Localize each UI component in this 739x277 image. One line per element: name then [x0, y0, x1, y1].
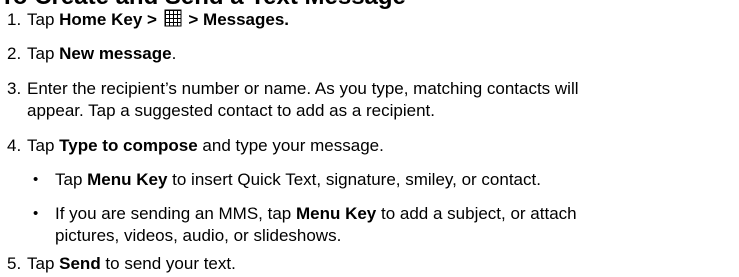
step-number: 1.: [7, 10, 22, 29]
step-text: Enter the recipient’s number or name. As…: [27, 79, 579, 98]
bullet-marker: •: [33, 205, 39, 222]
bullet-marker: •: [33, 171, 39, 188]
step-text: Tap New message.: [27, 44, 177, 63]
step-number: 5.: [7, 254, 22, 273]
step-text: Tap Type to compose and type your messag…: [27, 136, 384, 155]
bullet-item: Tap Menu Key to insert Quick Text, signa…: [55, 170, 541, 189]
step-number: 4.: [7, 136, 22, 155]
step-number: 2.: [7, 44, 22, 63]
bullet-item: If you are sending an MMS, tap Menu Key …: [55, 204, 577, 223]
step-number: 3.: [7, 79, 22, 98]
step-text: Tap Send to send your text.: [27, 254, 236, 273]
bullet-item-continuation: pictures, videos, audio, or slideshows.: [55, 226, 342, 245]
apps-grid-icon: [164, 9, 182, 27]
step-3-continuation: appear. Tap a suggested contact to add a…: [27, 101, 435, 120]
step-text: Tap Home Key > > Messages.: [27, 9, 290, 29]
